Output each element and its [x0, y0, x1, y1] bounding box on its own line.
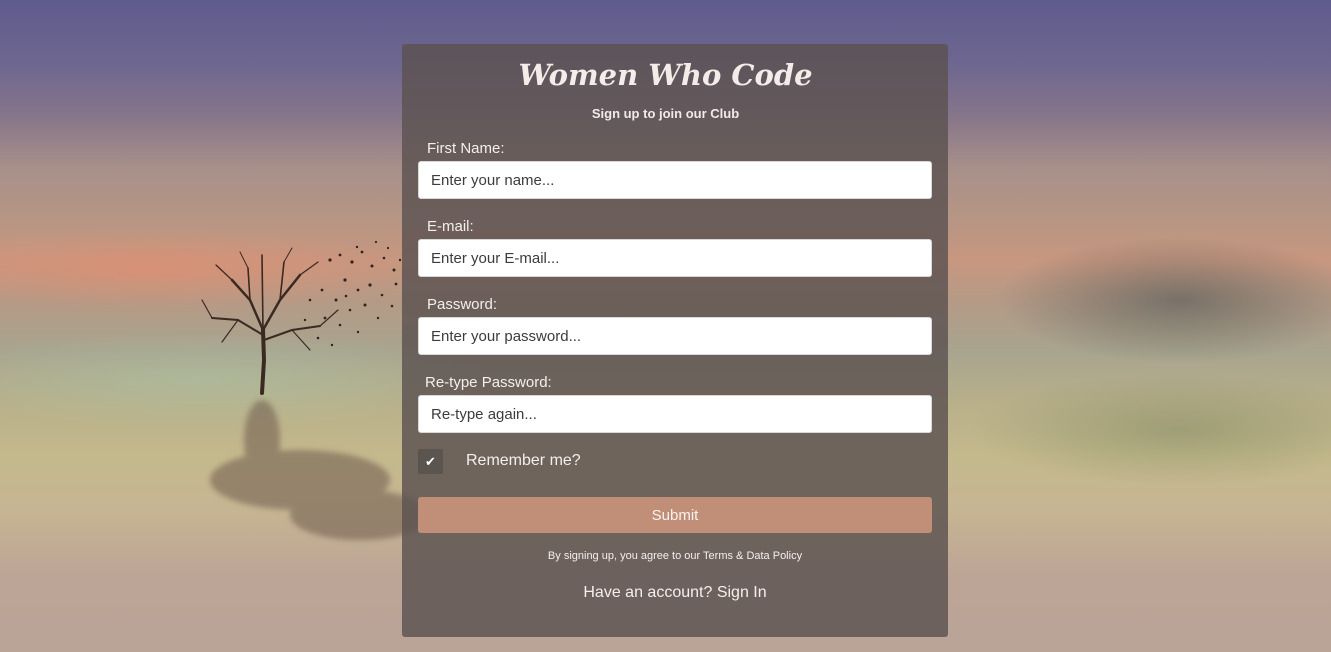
- tree-icon: [201, 247, 339, 395]
- tree-reflection: [210, 400, 430, 540]
- checkmark-icon: ✔: [425, 453, 436, 469]
- sign-in-link[interactable]: Sign In: [717, 584, 767, 601]
- password-input[interactable]: [418, 317, 932, 355]
- retype-password-input[interactable]: [418, 395, 932, 433]
- retype-password-label: Re-type Password:: [425, 374, 552, 391]
- first-name-label: First Name:: [427, 140, 505, 157]
- birds-flock-icon: [303, 240, 402, 347]
- email-input[interactable]: [418, 239, 932, 277]
- form-title: Women Who Code: [518, 58, 813, 92]
- have-account-line: Have an account? Sign In: [402, 584, 948, 602]
- remember-me-label: Remember me?: [466, 452, 581, 469]
- password-label: Password:: [427, 296, 498, 313]
- terms-text: By signing up, you agree to our Terms & …: [547, 550, 803, 562]
- email-label: E-mail:: [427, 218, 474, 235]
- first-name-input[interactable]: [418, 161, 932, 199]
- remember-me-checkbox[interactable]: ✔: [418, 449, 443, 474]
- submit-button[interactable]: Submit: [418, 497, 932, 533]
- form-subtitle: Sign up to join our Club: [591, 106, 740, 121]
- have-account-text: Have an account?: [583, 584, 713, 601]
